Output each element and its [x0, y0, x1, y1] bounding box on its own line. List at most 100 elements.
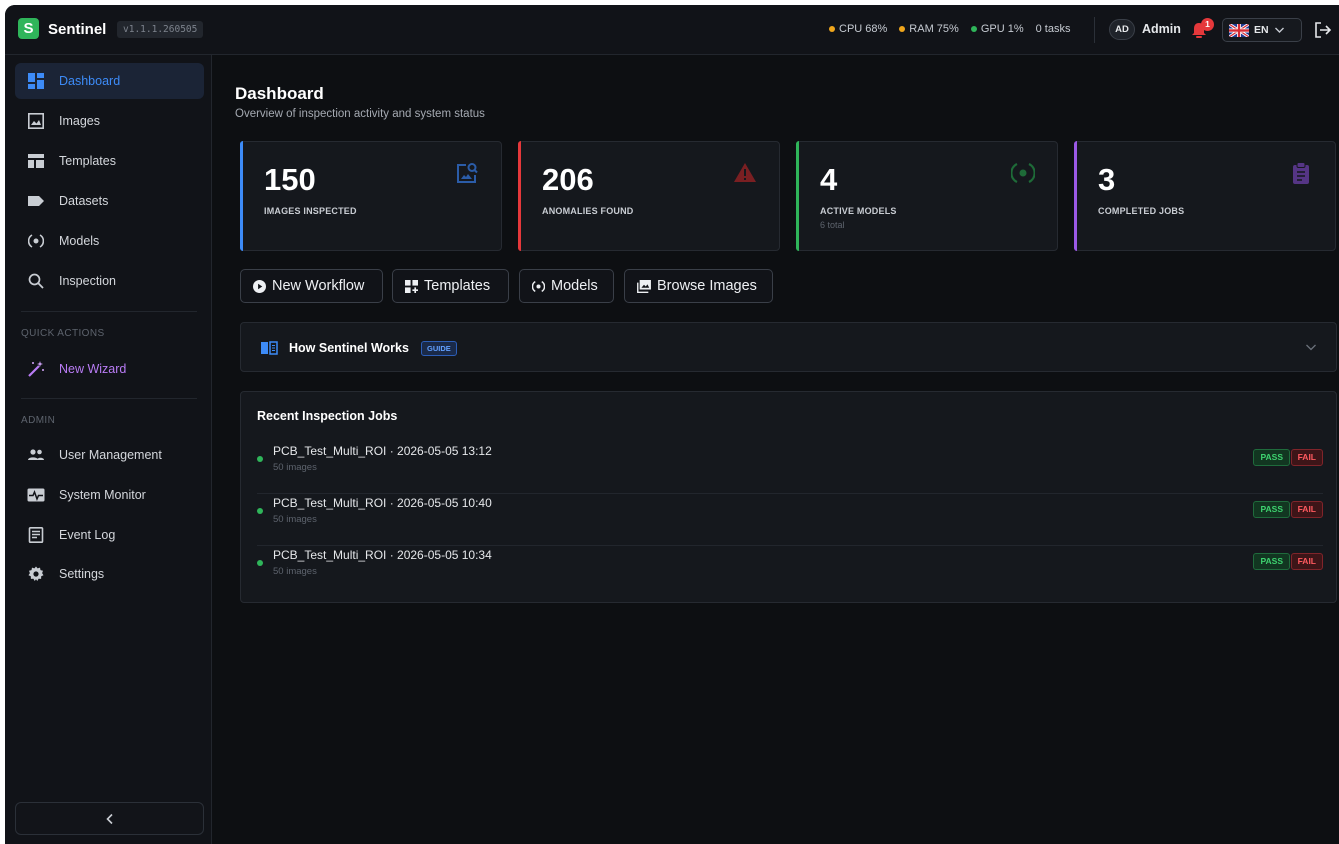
- model-icon: [1011, 163, 1035, 183]
- images-icon: [637, 279, 651, 293]
- sidebar-item-event-log[interactable]: Event Log: [15, 517, 204, 553]
- stat-label: IMAGES INSPECTED: [264, 206, 357, 216]
- collapse-sidebar-button[interactable]: [15, 802, 204, 835]
- status-dot-icon: [257, 456, 263, 462]
- sidebar-item-label: Images: [59, 114, 100, 128]
- stat-value: 4: [820, 162, 838, 197]
- job-row[interactable]: PCB_Test_Multi_ROI · 2026-05-05 13:12 50…: [257, 442, 1323, 494]
- stat-label: COMPLETED JOBS: [1098, 206, 1185, 216]
- magic-wand-icon: [27, 360, 45, 378]
- sidebar-item-label: System Monitor: [59, 488, 146, 502]
- sidebar-item-datasets[interactable]: Datasets: [15, 183, 204, 219]
- status-dot-icon: [970, 26, 977, 32]
- pass-badge: PASS: [1253, 553, 1290, 570]
- admin-heading: ADMIN: [21, 415, 56, 426]
- sidebar-item-label: Templates: [59, 154, 116, 168]
- models-button[interactable]: Models: [519, 269, 614, 303]
- stat-label: ANOMALIES FOUND: [542, 206, 634, 216]
- user-name[interactable]: Admin: [1142, 22, 1181, 36]
- template-icon: [405, 279, 418, 293]
- job-name: PCB_Test_Multi_ROI · 2026-05-05 13:12: [273, 444, 492, 458]
- chevron-down-icon: [1274, 27, 1284, 33]
- gpu-stat: GPU 1%: [970, 23, 1024, 35]
- avatar[interactable]: AD: [1109, 19, 1135, 40]
- button-label: Templates: [424, 278, 491, 294]
- version-badge: v1.1.1.260505: [117, 21, 204, 38]
- button-label: Models: [551, 278, 598, 294]
- recent-jobs-title: Recent Inspection Jobs: [257, 409, 398, 423]
- sidebar-item-user-management[interactable]: User Management: [15, 437, 204, 473]
- sidebar-item-label: Inspection: [59, 274, 116, 288]
- job-image-count: 50 images: [273, 462, 317, 473]
- users-icon: [27, 446, 45, 464]
- logout-icon[interactable]: [1313, 20, 1333, 40]
- notification-badge[interactable]: 1: [1201, 18, 1214, 31]
- dashboard-icon: [27, 72, 45, 90]
- sidebar-item-inspection[interactable]: Inspection: [15, 263, 204, 299]
- chevron-down-icon[interactable]: [1305, 343, 1317, 352]
- sidebar-item-models[interactable]: Models: [15, 223, 204, 259]
- uk-flag-icon: [1229, 23, 1249, 37]
- job-name: PCB_Test_Multi_ROI · 2026-05-05 10:34: [273, 548, 492, 562]
- page-title: Dashboard: [235, 84, 324, 103]
- status-dot-icon: [257, 508, 263, 514]
- divider: [21, 398, 197, 399]
- main-content: Dashboard Overview of inspection activit…: [213, 55, 1339, 844]
- ram-stat: RAM 75%: [899, 23, 959, 35]
- job-row[interactable]: PCB_Test_Multi_ROI · 2026-05-05 10:34 50…: [257, 546, 1323, 598]
- pass-badge: PASS: [1253, 501, 1290, 518]
- play-circle-icon: [253, 279, 266, 293]
- sidebar-item-settings[interactable]: Settings: [15, 556, 204, 592]
- sidebar-item-label: Datasets: [59, 194, 109, 208]
- stat-card-completed-jobs: 3 COMPLETED JOBS: [1074, 141, 1336, 251]
- sidebar-item-dashboard[interactable]: Dashboard: [15, 63, 204, 99]
- brand-name[interactable]: Sentinel: [48, 21, 106, 38]
- model-icon: [27, 232, 45, 250]
- image-icon: [27, 112, 45, 130]
- divider: [21, 311, 197, 312]
- card-accent: [240, 141, 243, 251]
- language-select[interactable]: EN: [1222, 18, 1302, 42]
- monitor-heart-icon: [27, 486, 45, 504]
- card-accent: [796, 141, 799, 251]
- language-code: EN: [1254, 24, 1269, 36]
- button-label: Browse Images: [657, 278, 757, 294]
- search-icon: [27, 272, 45, 290]
- clipboard-icon: [1293, 162, 1309, 184]
- stat-subtext: 6 total: [820, 220, 845, 230]
- fail-badge: FAIL: [1290, 553, 1323, 570]
- logo-icon[interactable]: S: [18, 18, 39, 39]
- new-wizard-button[interactable]: New Wizard: [15, 351, 204, 387]
- system-stats: CPU 68% RAM 75% GPU 1% 0 tasks: [829, 23, 1070, 35]
- page-subtitle: Overview of inspection activity and syst…: [235, 108, 485, 120]
- sidebar-item-images[interactable]: Images: [15, 103, 204, 139]
- app-window: S Sentinel v1.1.1.260505 CPU 68% RAM 75%…: [5, 5, 1339, 844]
- image-search-icon: [457, 163, 478, 183]
- top-bar: S Sentinel v1.1.1.260505 CPU 68% RAM 75%…: [5, 5, 1339, 55]
- job-image-count: 50 images: [273, 566, 317, 577]
- gear-icon: [27, 565, 45, 583]
- sidebar-item-system-monitor[interactable]: System Monitor: [15, 477, 204, 513]
- pass-badge: PASS: [1253, 449, 1290, 466]
- sidebar-item-label: Models: [59, 234, 100, 248]
- templates-button[interactable]: Templates: [392, 269, 509, 303]
- chevron-left-icon: [105, 813, 113, 824]
- tasks-stat: 0 tasks: [1035, 23, 1071, 35]
- card-accent: [518, 141, 521, 251]
- guide-badge: GUIDE: [421, 341, 457, 356]
- browse-images-button[interactable]: Browse Images: [624, 269, 773, 303]
- guide-title: How Sentinel Works: [289, 341, 409, 355]
- sidebar-item-label: Event Log: [59, 528, 116, 542]
- fail-badge: FAIL: [1290, 449, 1323, 466]
- template-icon: [27, 152, 45, 170]
- button-label: New Workflow: [272, 278, 365, 294]
- recent-jobs-panel: Recent Inspection Jobs PCB_Test_Multi_RO…: [240, 391, 1337, 603]
- status-dot-icon: [899, 26, 906, 32]
- how-it-works-panel[interactable]: How Sentinel Works GUIDE: [240, 322, 1337, 372]
- warning-icon: [734, 163, 756, 182]
- model-icon: [532, 280, 545, 292]
- cpu-stat: CPU 68%: [829, 23, 887, 35]
- job-row[interactable]: PCB_Test_Multi_ROI · 2026-05-05 10:40 50…: [257, 494, 1323, 546]
- sidebar-item-templates[interactable]: Templates: [15, 143, 204, 179]
- new-workflow-button[interactable]: New Workflow: [240, 269, 383, 303]
